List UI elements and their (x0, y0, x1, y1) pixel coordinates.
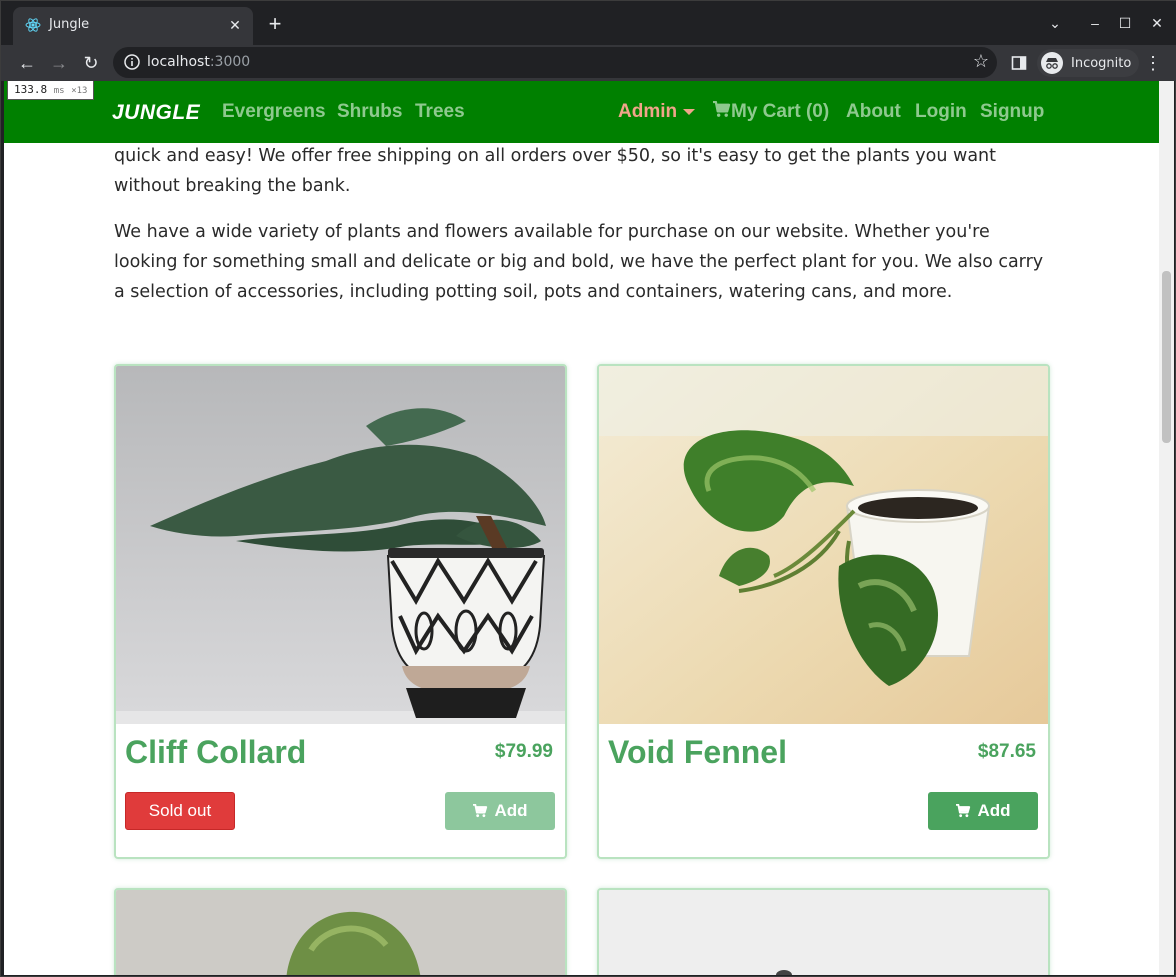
tab-title: Jungle (49, 17, 90, 32)
nav-login[interactable]: Login (915, 101, 967, 123)
scrollbar-thumb[interactable] (1162, 271, 1171, 443)
reload-icon[interactable]: ↻ (77, 49, 105, 77)
intro-section: quick and easy! We offer free shipping o… (114, 141, 1044, 307)
url-port: :3000 (209, 54, 251, 70)
caret-down-icon (683, 108, 696, 115)
incognito-label: Incognito (1071, 55, 1132, 71)
product-price: $87.65 (977, 741, 1036, 762)
page-scrollbar[interactable] (1159, 81, 1174, 975)
perf-time: 133.8 (14, 83, 48, 96)
nav-admin-dropdown[interactable]: Admin (618, 101, 696, 123)
product-image-plant[interactable] (599, 890, 1048, 975)
close-tab-icon[interactable]: ✕ (225, 15, 245, 35)
nav-trees[interactable]: Trees (415, 101, 465, 123)
tab-strip: Jungle ✕ + ⌄ – ☐ ✕ (1, 1, 1176, 45)
perf-count: ×13 (71, 86, 88, 96)
tab-jungle[interactable]: Jungle ✕ (13, 7, 253, 45)
nav-shrubs[interactable]: Shrubs (337, 101, 402, 123)
maximize-icon[interactable]: ☐ (1113, 11, 1137, 35)
intro-paragraph-2: We have a wide variety of plants and flo… (114, 222, 1044, 302)
tab-search-icon[interactable]: ⌄ (1043, 11, 1067, 35)
forward-icon[interactable]: → (45, 49, 73, 77)
site-navbar: JUNGLE Evergreens Shrubs Trees Admin My … (4, 81, 1159, 143)
add-to-cart-button[interactable]: Add (445, 792, 555, 830)
info-icon[interactable] (123, 53, 141, 71)
product-card (114, 888, 567, 975)
url-text: localhost:3000 (147, 54, 250, 70)
react-favicon (25, 18, 41, 32)
cart-icon (713, 100, 731, 117)
sold-out-badge: Sold out (125, 792, 235, 830)
back-icon[interactable]: ← (13, 49, 41, 77)
product-card (597, 888, 1050, 975)
product-card: Cliff Collard $79.99 Sold out Add (114, 364, 567, 859)
star-icon[interactable]: ☆ (973, 51, 989, 72)
url-host: localhost (147, 54, 210, 70)
nav-about[interactable]: About (846, 101, 901, 123)
new-tab-icon[interactable]: + (263, 13, 287, 37)
address-bar[interactable]: localhost:3000 ☆ (113, 47, 997, 78)
nav-evergreens[interactable]: Evergreens (222, 101, 326, 123)
brand-logo[interactable]: JUNGLE (112, 101, 200, 125)
minimize-icon[interactable]: – (1083, 11, 1107, 35)
add-to-cart-button[interactable]: Add (928, 792, 1038, 830)
menu-icon[interactable]: ⋮ (1139, 49, 1167, 77)
cart-icon (473, 804, 488, 818)
add-label: Add (494, 801, 528, 820)
window-close-icon[interactable]: ✕ (1145, 11, 1169, 35)
page-viewport: 133.8 ms ×13 JUNGLE Evergreens Shrubs Tr… (4, 81, 1174, 975)
incognito-icon (1041, 52, 1063, 74)
add-label: Add (977, 801, 1011, 820)
admin-label: Admin (618, 101, 678, 122)
product-name: Cliff Collard (125, 734, 307, 770)
nav-cart[interactable]: My Cart (0) (712, 100, 830, 123)
nav-signup[interactable]: Signup (980, 101, 1044, 123)
product-image-shrub[interactable] (116, 890, 565, 975)
incognito-badge[interactable]: Incognito (1037, 49, 1140, 77)
product-image-bonsai[interactable] (116, 366, 565, 724)
sidebar-icon[interactable] (1011, 55, 1027, 71)
cart-label: My Cart (0) (731, 101, 830, 122)
perf-overlay: 133.8 ms ×13 (7, 81, 95, 100)
cart-icon (956, 804, 971, 818)
product-name: Void Fennel (608, 734, 787, 770)
product-image-pothos[interactable] (599, 366, 1048, 724)
product-price: $79.99 (494, 741, 553, 762)
browser-window: Jungle ✕ + ⌄ – ☐ ✕ ← → ↻ localhost:3000 … (0, 0, 1176, 977)
perf-unit: ms (53, 86, 65, 96)
intro-paragraph-1: quick and easy! We offer free shipping o… (114, 146, 996, 196)
product-card: Void Fennel $87.65 Add (597, 364, 1050, 859)
browser-toolbar: ← → ↻ localhost:3000 ☆ Incognito ⋮ (1, 45, 1176, 81)
